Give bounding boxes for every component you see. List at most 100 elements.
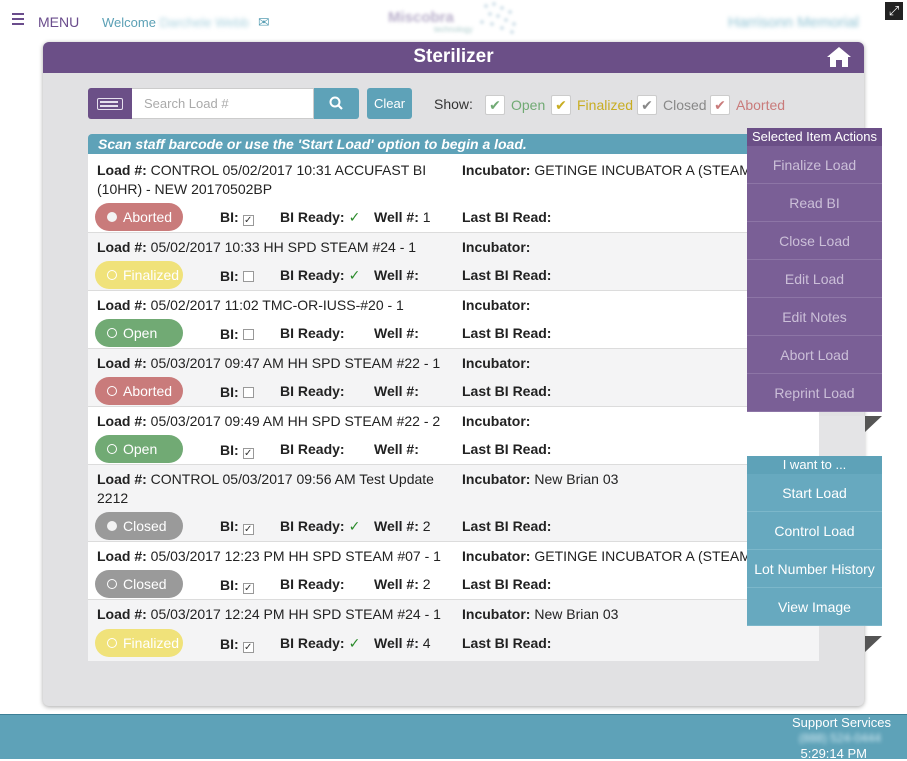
bi-field: BI: xyxy=(220,268,254,284)
checkmark-icon: ✓ xyxy=(348,209,361,225)
incubator: Incubator: GETINGE INCUBATOR A (STEAM) xyxy=(462,548,756,564)
i-want-to-title: I want to ... xyxy=(747,456,882,474)
filter-closed[interactable]: ✔ Closed xyxy=(637,94,707,116)
filter-aborted-label: Aborted xyxy=(736,97,786,113)
bi-field: BI: ✓ xyxy=(220,442,254,459)
checkmark-icon: ✓ xyxy=(348,635,361,651)
footer: Support Services (888) 524-0444 5:29:14 … xyxy=(0,714,907,761)
mail-icon[interactable]: ✉ xyxy=(258,14,270,31)
status-badge: Aborted xyxy=(95,203,183,231)
last-bi-read: Last BI Read: xyxy=(462,635,552,651)
support-phone: (888) 524-0444 xyxy=(798,731,881,745)
company-logo: Miscobra technology xyxy=(386,0,526,38)
incubator: Incubator: xyxy=(462,297,531,313)
bi-field: BI: ✓ xyxy=(220,209,254,226)
checkmark-icon: ✔ xyxy=(710,95,730,115)
bi-checkbox[interactable]: ✓ xyxy=(242,583,254,594)
logo-dots-icon xyxy=(480,2,516,34)
bi-field: BI: ✓ xyxy=(220,577,254,594)
load-number: Load #: 05/03/2017 12:24 PM HH SPD STEAM… xyxy=(97,606,441,622)
abort-load-button[interactable]: Abort Load xyxy=(747,336,882,374)
load-row[interactable]: Load #: 05/03/2017 09:49 AM HH SPD STEAM… xyxy=(88,407,819,465)
last-bi-read: Last BI Read: xyxy=(462,325,552,341)
load-row[interactable]: Load #: 05/03/2017 12:24 PM HH SPD STEAM… xyxy=(88,600,819,661)
bi-checkbox[interactable]: ✓ xyxy=(242,642,254,653)
search-icon xyxy=(329,96,343,110)
bi-ready-field: BI Ready: ✓ xyxy=(280,209,361,225)
status-badge: Closed xyxy=(95,512,183,540)
well-field: Well #: xyxy=(374,325,419,341)
show-label: Show: xyxy=(434,96,473,112)
reprint-load-button[interactable]: Reprint Load xyxy=(747,374,882,412)
search-input[interactable] xyxy=(132,88,314,119)
load-number: Load #: 05/02/2017 10:33 HH SPD STEAM #2… xyxy=(97,239,417,255)
bi-ready-field: BI Ready: xyxy=(280,441,345,457)
status-badge: Finalized xyxy=(95,629,183,657)
last-bi-read: Last BI Read: xyxy=(462,518,552,534)
filter-open[interactable]: ✔ Open xyxy=(485,94,545,116)
last-bi-read: Last BI Read: xyxy=(462,209,552,225)
bi-field: BI: ✓ xyxy=(220,518,254,535)
load-row[interactable]: Load #: 05/02/2017 10:33 HH SPD STEAM #2… xyxy=(88,233,819,291)
filter-finalized-label: Finalized xyxy=(577,97,634,113)
load-number: Load #: CONTROL 05/02/2017 10:31 ACCUFAS… xyxy=(97,162,427,197)
filter-aborted[interactable]: ✔ Aborted xyxy=(710,94,785,116)
view-image-button[interactable]: View Image xyxy=(747,588,882,626)
keyboard-icon xyxy=(97,98,123,110)
finalize-load-button[interactable]: Finalize Load xyxy=(747,146,882,184)
bi-checkbox[interactable] xyxy=(242,329,254,340)
lot-number-history-button[interactable]: Lot Number History xyxy=(747,550,882,588)
hamburger-menu-icon[interactable] xyxy=(12,13,24,27)
welcome-user: Darchele Webb xyxy=(159,15,249,30)
bi-ready-field: BI Ready: ✓ xyxy=(280,518,361,534)
side-panel-gap xyxy=(819,416,865,456)
read-bi-button[interactable]: Read BI xyxy=(747,184,882,222)
welcome-text: Welcome Darchele Webb xyxy=(102,15,249,30)
bi-checkbox[interactable] xyxy=(242,387,254,398)
panel-fold-shadow xyxy=(865,416,882,432)
incubator: Incubator: xyxy=(462,413,531,429)
bi-checkbox[interactable]: ✓ xyxy=(242,448,254,459)
clear-button[interactable]: Clear xyxy=(367,88,412,119)
status-badge: Finalized xyxy=(95,261,183,289)
bi-ready-field: BI Ready: ✓ xyxy=(280,635,361,651)
bi-checkbox[interactable]: ✓ xyxy=(242,524,254,535)
logo-word: Miscobra xyxy=(388,9,454,26)
control-load-button[interactable]: Control Load xyxy=(747,512,882,550)
filter-finalized[interactable]: ✔ Finalized xyxy=(551,94,633,116)
edit-notes-button[interactable]: Edit Notes xyxy=(747,298,882,336)
search-button[interactable] xyxy=(314,88,359,119)
top-bar: MENU Welcome Darchele Webb ✉ Miscobra te… xyxy=(0,0,907,42)
checkmark-icon: ✔ xyxy=(551,95,571,115)
load-number: Load #: 05/03/2017 09:47 AM HH SPD STEAM… xyxy=(97,355,441,371)
checkmark-icon: ✓ xyxy=(348,267,361,283)
panel-fold-shadow xyxy=(865,636,882,652)
start-load-button[interactable]: Start Load xyxy=(747,474,882,512)
instruction-banner: Scan staff barcode or use the 'Start Loa… xyxy=(88,134,750,154)
bi-checkbox[interactable]: ✓ xyxy=(242,215,254,226)
status-badge: Aborted xyxy=(95,377,183,405)
fullscreen-icon[interactable]: ⤢ xyxy=(885,2,903,20)
last-bi-read: Last BI Read: xyxy=(462,267,552,283)
well-field: Well #: xyxy=(374,383,419,399)
status-badge: Open xyxy=(95,319,183,347)
menu-button[interactable]: MENU xyxy=(38,14,79,30)
incubator: Incubator: New Brian 03 xyxy=(462,471,619,487)
bi-checkbox[interactable] xyxy=(242,271,254,282)
actions-title: Selected Item Actions xyxy=(747,128,882,146)
keyboard-button[interactable] xyxy=(88,88,132,119)
load-row[interactable]: Load #: CONTROL 05/03/2017 09:56 AM Test… xyxy=(88,465,819,542)
page-title: Sterilizer xyxy=(413,46,494,67)
edit-load-button[interactable]: Edit Load xyxy=(747,260,882,298)
well-field: Well #: 1 xyxy=(374,209,431,225)
close-load-button[interactable]: Close Load xyxy=(747,222,882,260)
load-row[interactable]: Load #: CONTROL 05/02/2017 10:31 ACCUFAS… xyxy=(88,154,819,233)
load-list: Load #: CONTROL 05/02/2017 10:31 ACCUFAS… xyxy=(88,154,819,661)
load-number: Load #: CONTROL 05/03/2017 09:56 AM Test… xyxy=(97,471,434,506)
load-row[interactable]: Load #: 05/02/2017 11:02 TMC-OR-IUSS-#20… xyxy=(88,291,819,349)
bi-ready-field: BI Ready: ✓ xyxy=(280,267,361,283)
load-row[interactable]: Load #: 05/03/2017 12:23 PM HH SPD STEAM… xyxy=(88,542,819,600)
selected-item-actions: Selected Item Actions Finalize Load Read… xyxy=(747,128,882,412)
home-icon[interactable] xyxy=(826,46,852,68)
load-row[interactable]: Load #: 05/03/2017 09:47 AM HH SPD STEAM… xyxy=(88,349,819,407)
